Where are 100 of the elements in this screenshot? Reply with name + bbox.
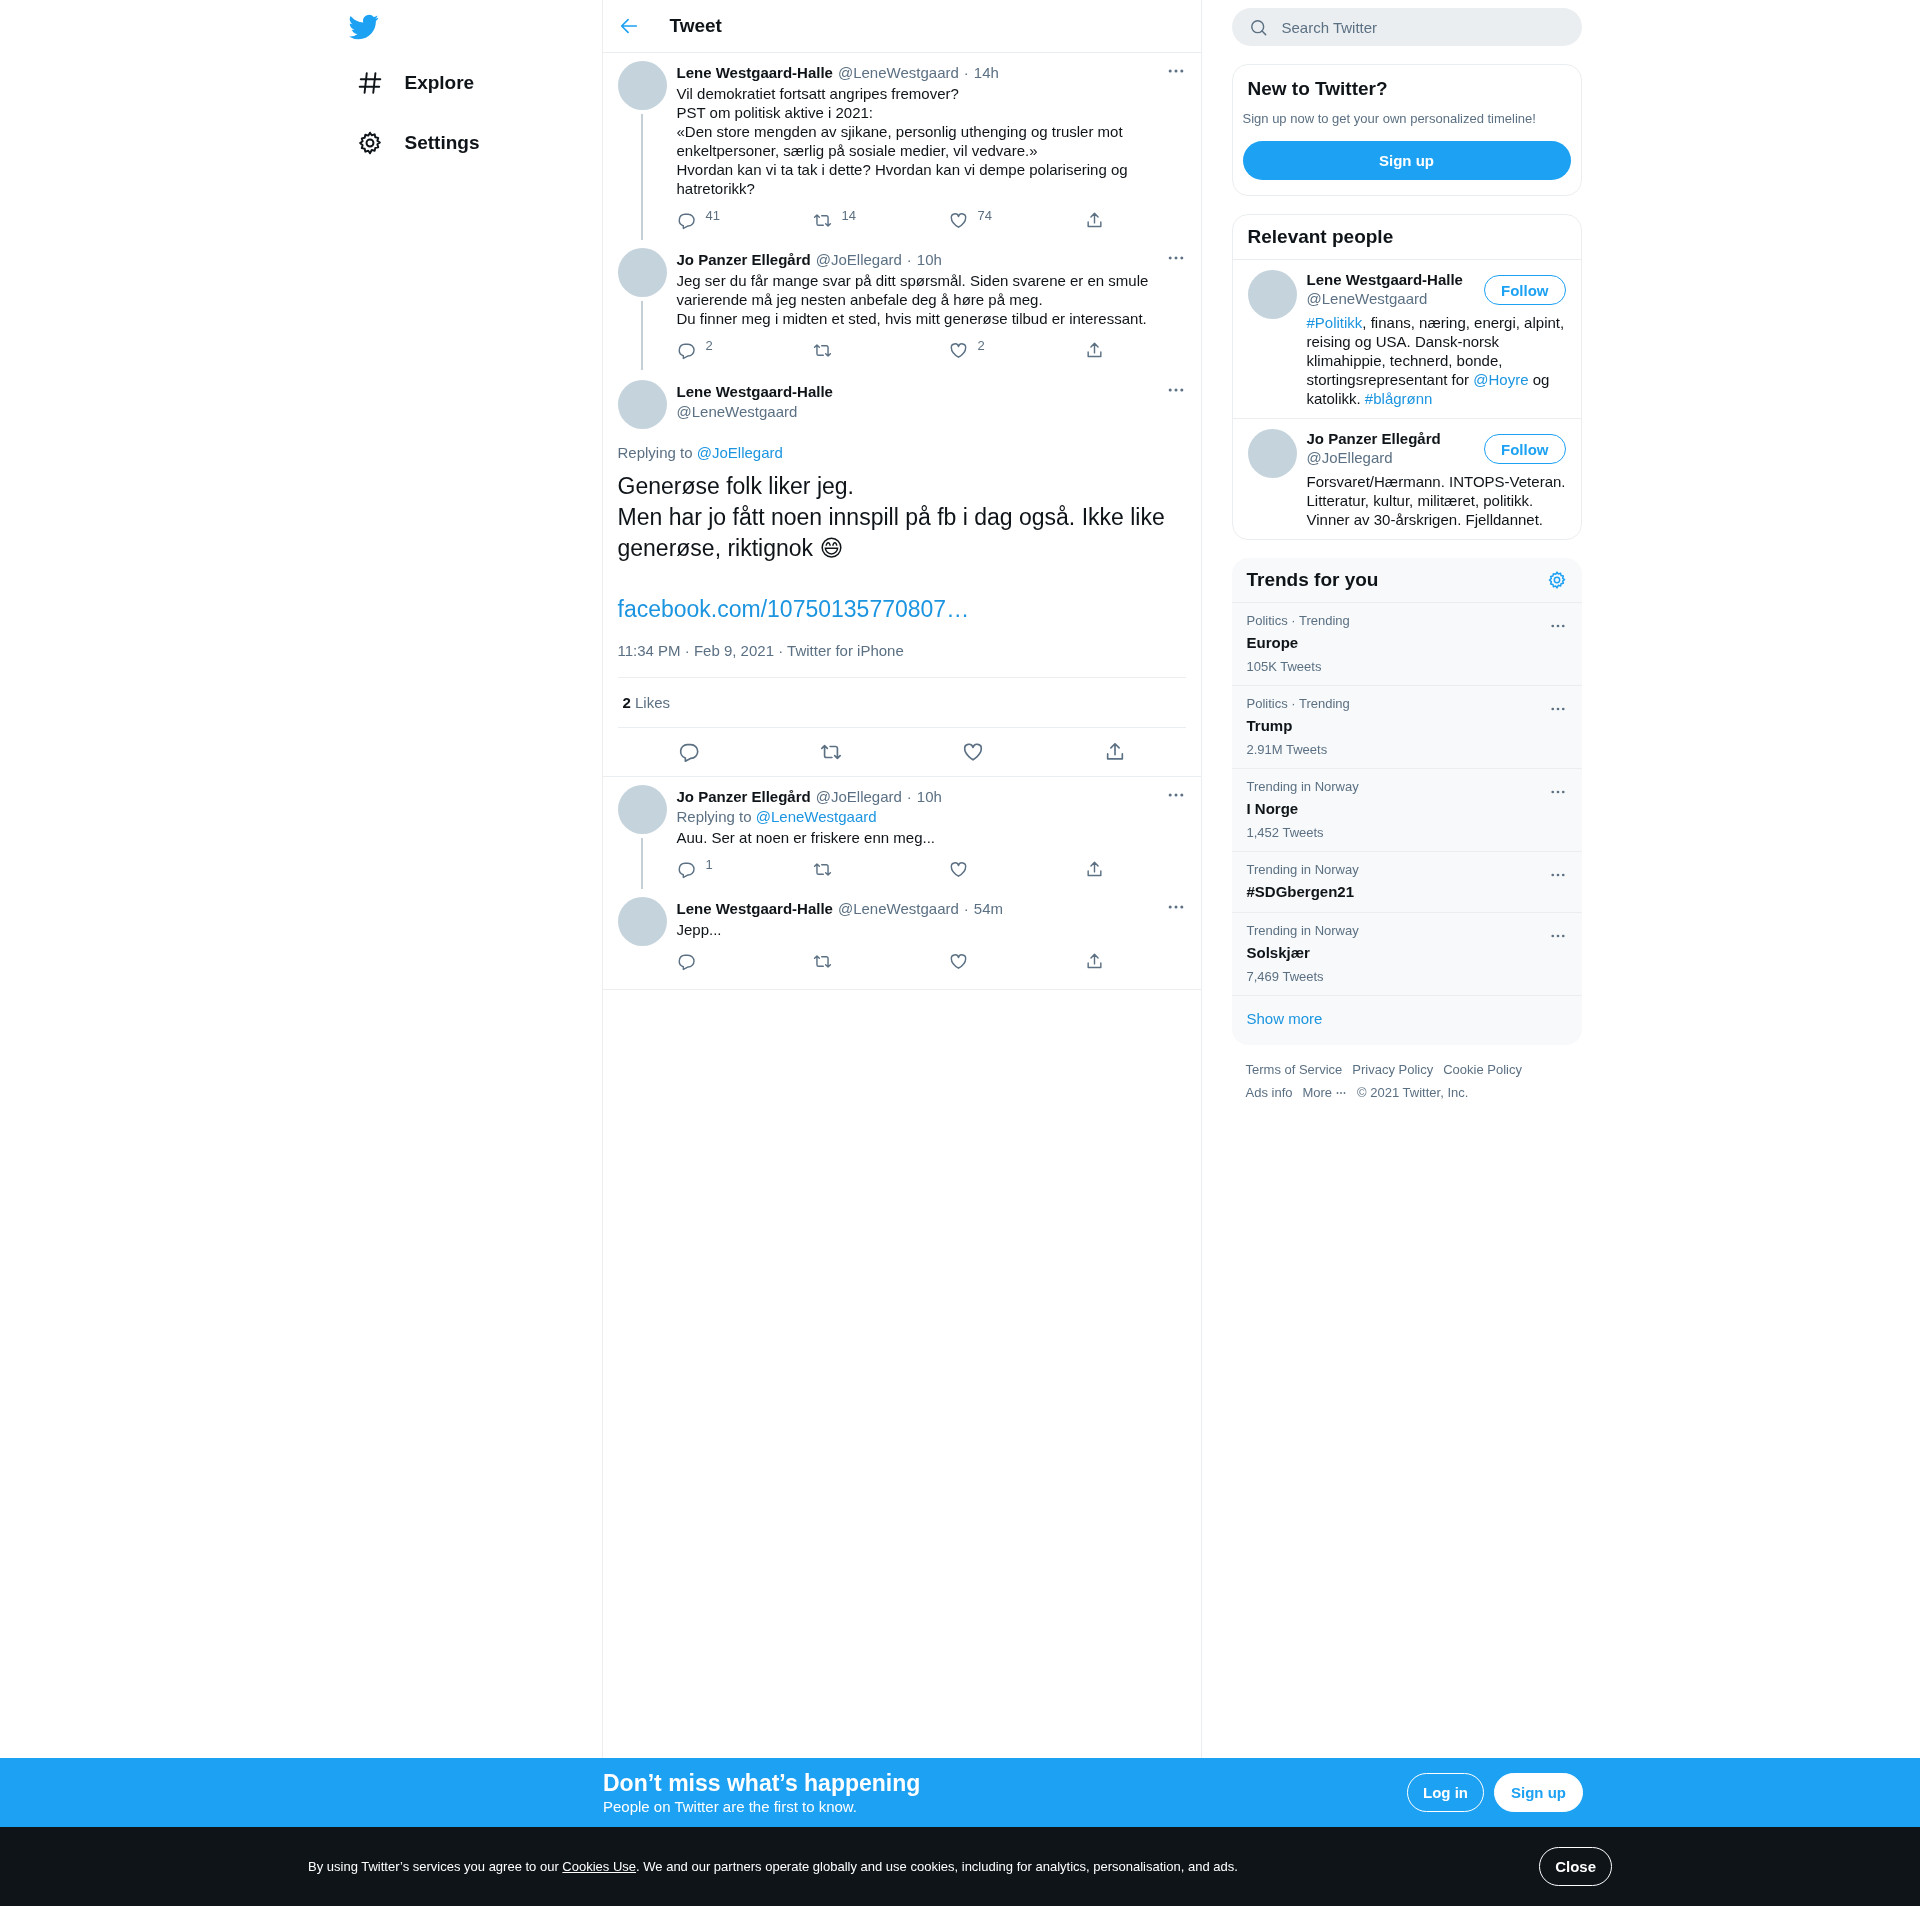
show-more-link[interactable]: Show more — [1231, 996, 1582, 1045]
copyright-text: © 2021 Twitter, Inc. — [1357, 1084, 1469, 1101]
like-icon[interactable] — [948, 952, 968, 971]
share-icon[interactable] — [1084, 211, 1104, 230]
bio-link[interactable]: #blågrønn — [1364, 390, 1433, 407]
trend-name: Trump — [1246, 716, 1294, 736]
reply-icon[interactable] — [676, 952, 696, 971]
like-count: 2 — [977, 338, 985, 354]
trend-item[interactable]: Trending in Norway I Norge 1,452 Tweets — [1231, 769, 1582, 852]
replie-count: 1 — [705, 857, 713, 873]
reply-icon[interactable] — [676, 211, 696, 230]
tweet-time[interactable]: 14h — [973, 63, 999, 83]
trend-context: Trending in Norway — [1246, 923, 1359, 939]
reply-icon[interactable] — [676, 341, 696, 360]
trend-count: 105K Tweets — [1246, 659, 1323, 675]
card-title: Trends for you — [1246, 568, 1379, 592]
trend-item[interactable]: Trending in Norway #SDGbergen21 — [1231, 852, 1582, 913]
person-name[interactable]: Jo Panzer Ellegård — [1306, 429, 1441, 448]
replie-count: 41 — [705, 208, 720, 224]
author-handle[interactable]: @LeneWestgaard — [676, 402, 798, 422]
retweet-icon[interactable] — [812, 952, 832, 971]
retweet-icon[interactable] — [812, 211, 832, 230]
card-title: Relevant people — [1232, 215, 1581, 260]
trend-count: 1,452 Tweets — [1246, 825, 1325, 841]
retweet-icon[interactable] — [812, 860, 832, 879]
trend-item[interactable]: Politics · Trending Europe 105K Tweets — [1231, 603, 1582, 686]
bird-logo-icon[interactable] — [348, 12, 379, 42]
author-handle[interactable]: @JoEllegard — [815, 787, 902, 807]
separator-dot: · — [963, 63, 969, 83]
author-handle[interactable]: @LeneWestgaard — [837, 63, 959, 83]
reply-icon[interactable] — [676, 860, 696, 879]
trend-name: I Norge — [1246, 799, 1300, 819]
tweet-text: Auu. Ser at noen er friskere enn meg... — [676, 828, 936, 847]
author-name[interactable]: Jo Panzer Ellegård — [676, 787, 811, 807]
hashtag-icon — [356, 70, 383, 96]
author-name[interactable]: Lene Westgaard-Halle — [676, 899, 833, 919]
author-name[interactable]: Lene Westgaard-Halle — [676, 382, 833, 402]
like-icon[interactable] — [961, 741, 984, 763]
tweet-text: Vil demokratiet fortsatt angripes fremover? PST om politisk aktive i 2021: «Den store mengden av sjikane, personlig uthenging og trusler mot enkeltpersoner, særlig på sosiale medier, vil vedvare.» Hvordan kan vi ta tak i dette? Hvordan kan vi dempe polarisering og hatretorikk? — [676, 84, 1129, 198]
replie-count: 2 — [705, 338, 713, 354]
share-icon[interactable] — [1084, 860, 1104, 879]
author-handle[interactable]: @JoEllegard — [815, 250, 902, 270]
trend-context: Trending in Norway — [1246, 779, 1359, 795]
bio-link[interactable]: @Hoyre — [1473, 371, 1529, 388]
mention-link[interactable]: @LeneWestgaard — [755, 808, 877, 825]
search-field[interactable]: Search Twitter — [1231, 8, 1582, 46]
like-icon[interactable] — [948, 211, 968, 230]
footer-link[interactable]: Ads info — [1245, 1084, 1293, 1101]
tweet-time[interactable]: 54m — [973, 899, 1003, 919]
tweet-text: Jeg ser du får mange svar på ditt spørsmål. Siden svarene er en smule varierende må jeg nesten anbefale deg å høre på meg. Du finner meg i midten et sted, hvis mitt generøse tilbud er interessant. — [676, 271, 1150, 328]
retweet-count: 14 — [841, 208, 856, 224]
tweet-time[interactable]: 10h — [916, 250, 942, 270]
trend-item[interactable]: Politics · Trending Trump 2.91M Tweets — [1231, 686, 1582, 769]
separator-dot: · — [906, 250, 912, 270]
like-count: 74 — [977, 208, 992, 224]
separator-dot: · — [963, 899, 969, 919]
mention-link[interactable]: @JoEllegard — [696, 444, 783, 461]
cookie-notice-text: By using Twitter’s services you agree to our Cookies Use. We and our partners operate globally and use cookies, including for analytics, personalisation, and ads. — [308, 1859, 1238, 1874]
replying-to-text: Replying to @JoEllegard — [617, 443, 783, 463]
like-icon[interactable] — [948, 341, 968, 360]
retweet-icon[interactable] — [812, 341, 832, 360]
author-name[interactable]: Jo Panzer Ellegård — [676, 250, 811, 270]
share-icon[interactable] — [1084, 952, 1104, 971]
settings-icon[interactable] — [1546, 570, 1567, 590]
banner-title: Don’t miss what’s happening — [603, 1769, 921, 1797]
nav-item[interactable]: Settings — [348, 124, 480, 162]
trend-count: 2.91M Tweets — [1246, 742, 1329, 758]
likes-summary[interactable]: 2 Likes — [622, 694, 671, 711]
bio-text: #Politikk, finans, næring, energi, alpint, reising og USA. Dansk-norsk klimahippie, technerd, bonde, stortingsrepresentant for @Hoyre og katolikk. #blågrønn — [1306, 313, 1566, 408]
person-name[interactable]: Lene Westgaard-Halle — [1306, 270, 1463, 289]
nav-item[interactable]: Explore — [348, 64, 475, 102]
tweet-text: Jepp... — [676, 920, 723, 939]
separator-dot: · — [906, 787, 912, 807]
reply-icon[interactable] — [677, 741, 700, 763]
sign-up-button[interactable]: Sign up — [1494, 1773, 1583, 1812]
follow-button[interactable]: Follow — [1484, 275, 1566, 305]
person-handle[interactable]: @JoEllegard — [1306, 448, 1393, 467]
person-handle[interactable]: @LeneWestgaard — [1306, 289, 1428, 308]
footer-link[interactable]: Terms of Service — [1245, 1061, 1343, 1078]
follow-button[interactable]: Follow — [1484, 434, 1566, 464]
author-name[interactable]: Lene Westgaard-Halle — [676, 63, 833, 83]
card-subtitle: Sign up now to get your own personalized timeline! — [1241, 110, 1537, 127]
footer-link[interactable]: Privacy Policy — [1352, 1061, 1434, 1078]
trend-item[interactable]: Trending in Norway Solskjær 7,469 Tweets — [1231, 913, 1582, 996]
tweet-time[interactable]: 10h — [916, 787, 942, 807]
author-handle[interactable]: @LeneWestgaard — [837, 899, 959, 919]
bio-text: Forsvaret/Hærmann. INTOPS-Veteran. Litteratur, kultur, militæret, politikk. Vinner av 30-årskrigen. Fjelldannet. — [1306, 472, 1566, 529]
trend-context: Politics · Trending — [1246, 613, 1350, 629]
banner-subtitle: People on Twitter are the first to know. — [603, 1797, 859, 1816]
sign-up-button[interactable]: Sign up — [1242, 141, 1571, 180]
cookies-use-link[interactable]: Cookies Use — [562, 1859, 637, 1874]
trend-count: 7,469 Tweets — [1246, 969, 1325, 985]
like-icon[interactable] — [948, 860, 968, 879]
settings-icon — [356, 130, 383, 156]
footer-link[interactable]: Cookie Policy — [1443, 1061, 1522, 1078]
share-icon[interactable] — [1084, 341, 1104, 360]
url-link[interactable]: facebook.com/10750135770807… — [617, 594, 970, 625]
more-menu-link[interactable]: More — [1302, 1084, 1348, 1101]
trend-name: Solskjær — [1246, 943, 1311, 963]
trend-context: Politics · Trending — [1246, 696, 1350, 712]
